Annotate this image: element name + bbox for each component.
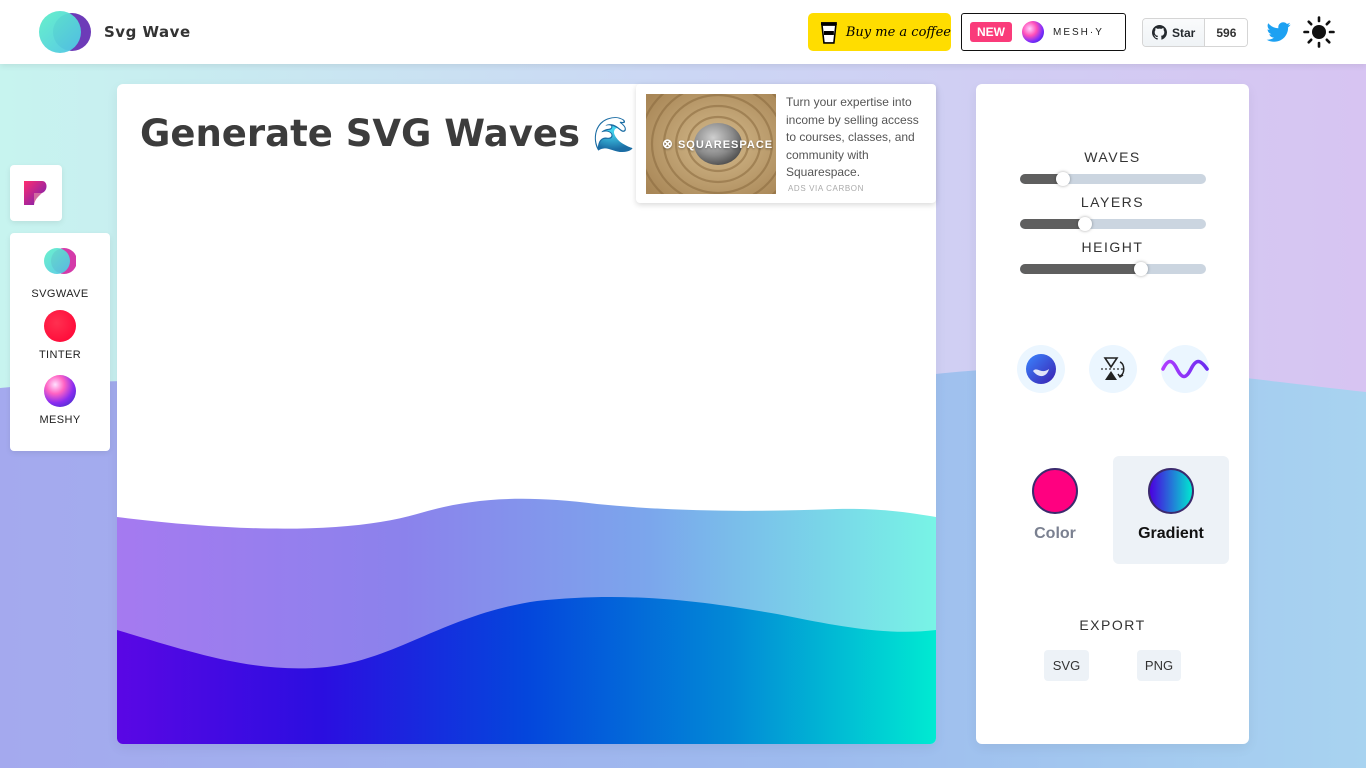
ad-image: ⊗ SQUARESPACE	[646, 94, 776, 194]
export-png-button[interactable]: PNG	[1137, 650, 1181, 681]
top-navbar: Svg Wave Buy me a coffee NEW MESH·Y Star…	[0, 0, 1366, 64]
twitter-icon[interactable]	[1266, 20, 1292, 44]
dock-label-meshy: MESHY	[39, 414, 81, 426]
waves-label: WAVES	[1084, 149, 1141, 165]
solid-color-swatch[interactable]	[1032, 468, 1078, 514]
dock-item-svgwave[interactable]: SVGWAVE	[10, 245, 110, 300]
tinter-app-button[interactable]	[10, 165, 62, 221]
tinter-app-icon	[24, 181, 47, 205]
github-star-button[interactable]: Star	[1143, 19, 1206, 46]
randomize-button[interactable]	[1017, 345, 1065, 393]
dock-item-meshy[interactable]: MESHY	[10, 375, 110, 426]
github-icon	[1152, 25, 1167, 40]
color-mode-button[interactable]: Color	[997, 456, 1113, 564]
tinter-icon	[44, 310, 76, 342]
gradient-swatch[interactable]	[1148, 468, 1194, 514]
coffee-label: Buy me a coffee	[845, 24, 951, 40]
color-mode-label: Color	[1034, 525, 1076, 542]
meshy-orb-icon	[1022, 21, 1044, 43]
meshy-label: MESH·Y	[1053, 26, 1104, 38]
coffee-cup-icon	[820, 22, 837, 44]
layers-slider-thumb[interactable]	[1078, 217, 1093, 231]
page-title: Generate SVG Waves 🌊	[140, 112, 635, 155]
height-slider[interactable]	[1020, 262, 1206, 276]
layers-slider-fill	[1020, 219, 1086, 229]
ad-text[interactable]: Turn your expertise into income by selli…	[786, 94, 926, 182]
new-badge: NEW	[970, 22, 1012, 42]
flip-button[interactable]	[1089, 345, 1137, 393]
waves-slider-thumb[interactable]	[1055, 172, 1070, 186]
meshy-promo-button[interactable]: NEW MESH·Y	[961, 13, 1126, 51]
layers-slider[interactable]	[1020, 217, 1206, 231]
github-star-label: Star	[1172, 25, 1196, 40]
curve-button[interactable]	[1161, 345, 1209, 393]
logo-icon[interactable]	[38, 10, 92, 54]
height-slider-fill	[1020, 264, 1141, 274]
sun-icon[interactable]	[1303, 16, 1335, 48]
page-title-text: Generate SVG Waves	[140, 112, 581, 155]
ads-via-carbon[interactable]: ADS VIA CARBON	[788, 184, 864, 193]
height-slider-thumb[interactable]	[1133, 262, 1148, 276]
height-label: HEIGHT	[1081, 239, 1144, 255]
export-label: EXPORT	[1079, 617, 1146, 633]
gradient-mode-label: Gradient	[1138, 525, 1204, 542]
controls-panel: WAVES LAYERS HEIGHT Color Gradient EXPOR…	[976, 84, 1249, 744]
gradient-mode-button[interactable]: Gradient	[1113, 456, 1229, 564]
meshy-icon	[44, 375, 76, 407]
ad-brand: ⊗ SQUARESPACE	[662, 136, 774, 151]
buy-me-a-coffee-button[interactable]: Buy me a coffee	[808, 13, 951, 51]
curve-icon	[1161, 359, 1209, 379]
app-switcher-dock: SVGWAVE TINTER MESHY	[10, 233, 110, 451]
carbon-ad[interactable]: ⊗ SQUARESPACE Turn your expertise into i…	[636, 84, 936, 203]
randomize-icon	[1026, 354, 1056, 384]
dock-label-svgwave: SVGWAVE	[31, 288, 89, 300]
svgwave-app-icon	[44, 248, 77, 274]
flip-icon	[1101, 357, 1125, 380]
wave-emoji-icon: 🌊	[592, 115, 636, 155]
waves-slider[interactable]	[1020, 172, 1206, 186]
github-star-widget: Star 596	[1142, 18, 1249, 47]
dock-label-tinter: TINTER	[38, 349, 82, 361]
ad-brand-text: SQUARESPACE	[677, 139, 774, 151]
github-star-count[interactable]: 596	[1205, 19, 1248, 46]
brand-name[interactable]: Svg Wave	[104, 23, 191, 41]
dock-item-tinter[interactable]: TINTER	[10, 310, 110, 361]
export-svg-button[interactable]: SVG	[1044, 650, 1089, 681]
layers-label: LAYERS	[1080, 194, 1145, 210]
